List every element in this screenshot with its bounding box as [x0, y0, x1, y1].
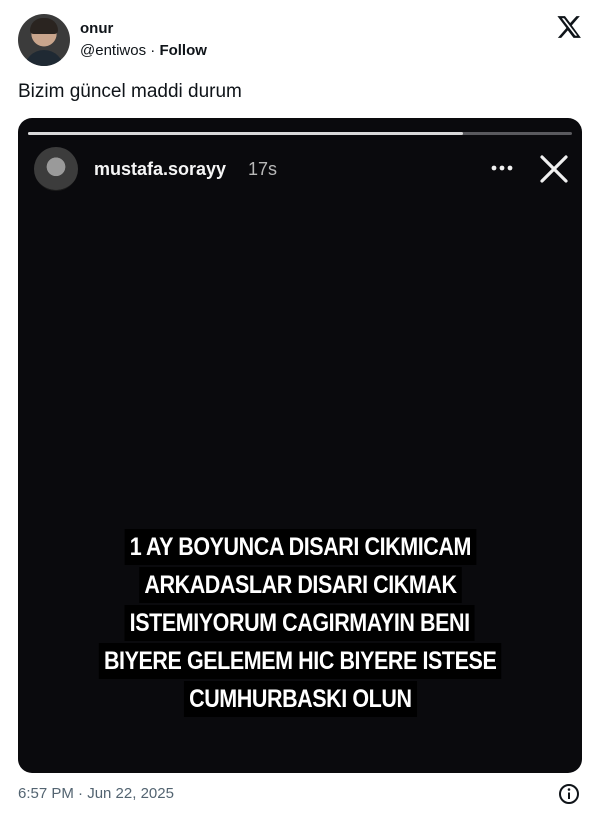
separator: · [150, 42, 156, 59]
info-icon[interactable] [558, 783, 580, 805]
caption-line: 1 AY BOYUNCA DISARI CIKMICAM [124, 529, 476, 565]
x-logo-icon[interactable] [556, 14, 582, 40]
caption-line: BIYERE GELEMEM HIC BIYERE ISTESE [98, 643, 502, 679]
author-avatar[interactable] [18, 14, 70, 66]
story-time: 17s [248, 159, 278, 179]
tweet-text: Bizim güncel maddi durum [18, 81, 242, 102]
author-handle-line: @entiwos · Follow [80, 42, 207, 59]
story-progress-fill [28, 132, 464, 135]
story-avatar [34, 147, 78, 191]
follow-button[interactable]: Follow [159, 42, 207, 59]
more-icon [491, 165, 513, 171]
close-icon [540, 155, 568, 183]
tweet-timestamp[interactable]: 6:57 PM · Jun 22, 2025 [18, 785, 174, 802]
author-name[interactable]: onur [80, 20, 113, 37]
story-progress-bar [28, 132, 572, 135]
caption-line: ISTEMIYORUM CAGIRMAYIN BENI [124, 605, 476, 641]
story-caption: 1 AY BOYUNCA DISARI CIKMICAM ARKADASLAR D… [18, 528, 582, 718]
caption-line: CUMHURBASKI OLUN [183, 681, 417, 717]
author-handle[interactable]: @entiwos [80, 42, 146, 59]
caption-line: ARKADASLAR DISARI CIKMAK [138, 567, 462, 603]
story-media[interactable]: mustafa.sorayy 17s 1 AY BOYUNCA DISARI C… [18, 118, 582, 773]
tweet-header: onur @entiwos · Follow [18, 14, 582, 66]
story-username: mustafa.sorayy [94, 159, 227, 179]
